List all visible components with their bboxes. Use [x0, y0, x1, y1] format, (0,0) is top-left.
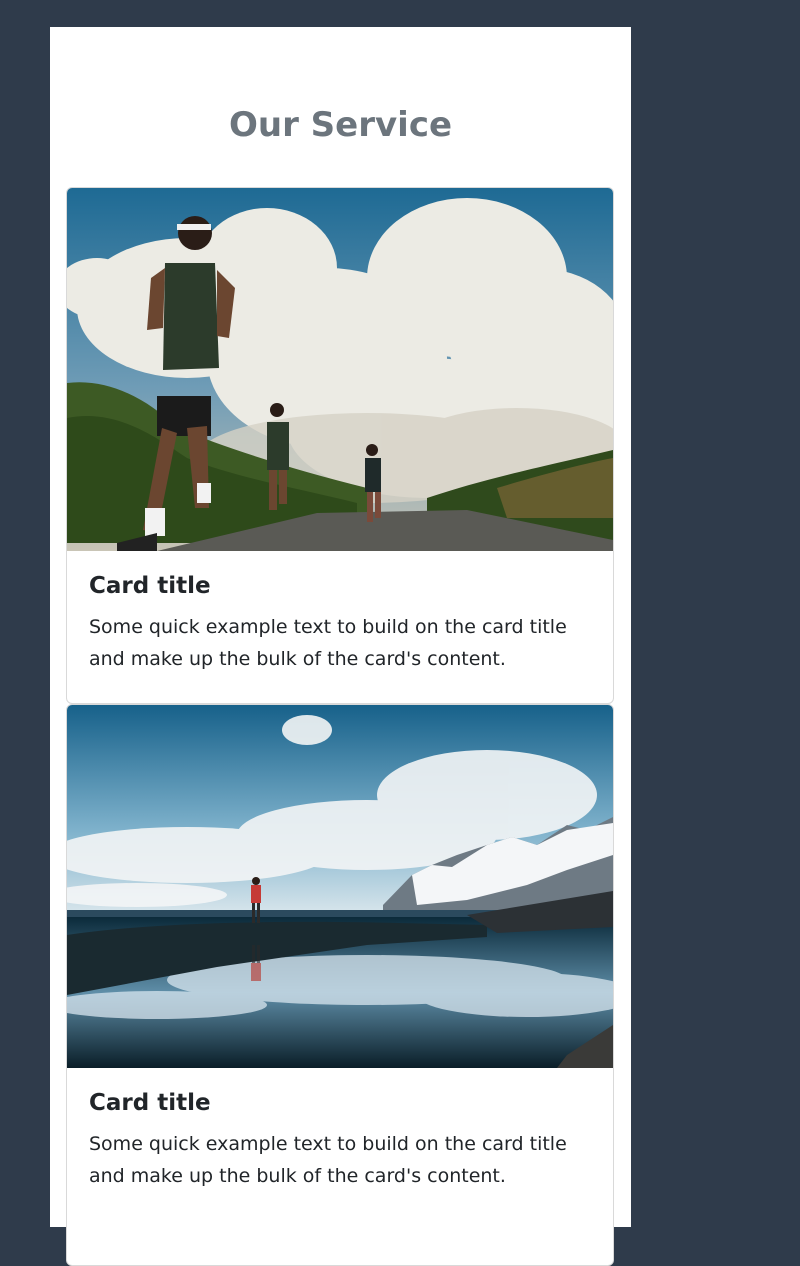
service-card: Card title Some quick example text to bu… — [66, 704, 614, 1266]
card-image-lake — [67, 705, 613, 1068]
card-title: Card title — [89, 1090, 211, 1116]
card-body: Card title Some quick example text to bu… — [67, 551, 613, 675]
content-panel: Our Service Card title Some quick exampl… — [50, 27, 631, 1266]
section-heading: Our Service — [228, 105, 453, 145]
card-text: Some quick example text to build on the … — [89, 1133, 567, 1187]
card-text: Some quick example text to build on the … — [89, 616, 567, 670]
card-image-runners — [67, 188, 613, 551]
card-body: Card title Some quick example text to bu… — [67, 1068, 613, 1192]
card-title: Card title — [89, 573, 211, 599]
service-card: Card title Some quick example text to bu… — [66, 187, 614, 704]
